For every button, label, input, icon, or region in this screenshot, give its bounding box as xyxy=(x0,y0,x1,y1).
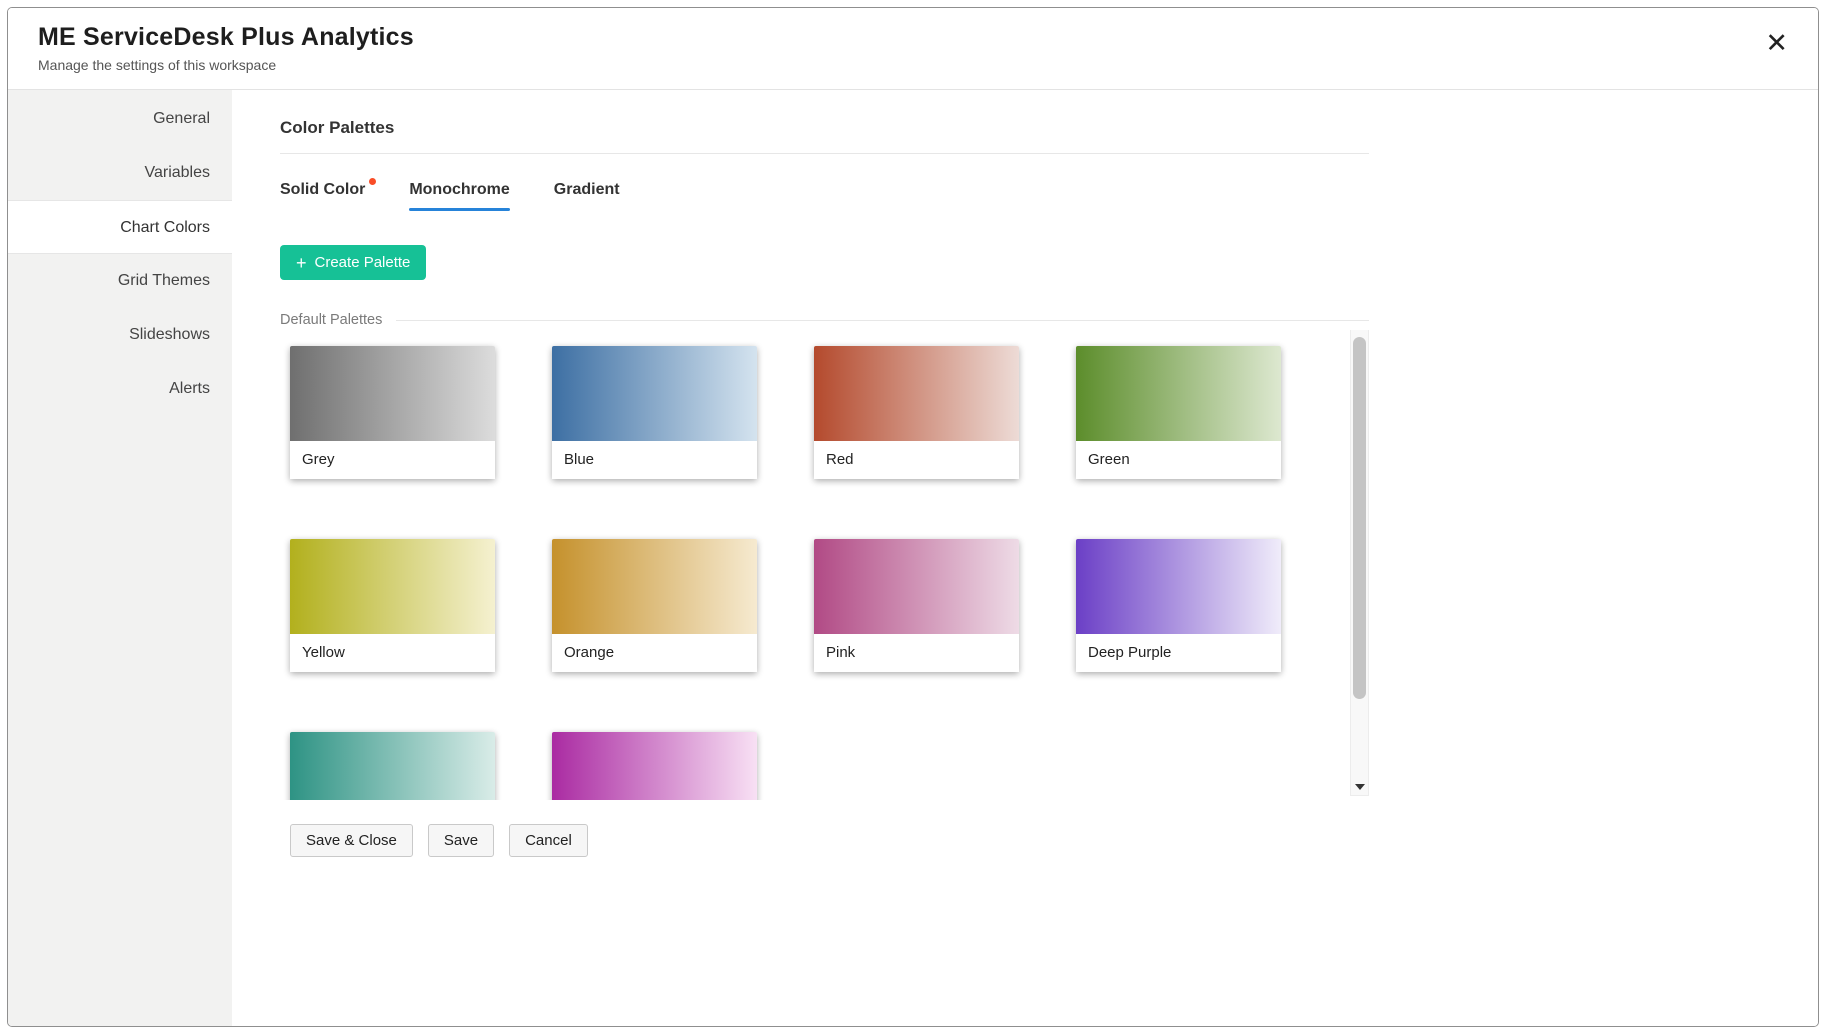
palette-swatch xyxy=(552,539,757,634)
palette-card-blue[interactable]: Blue xyxy=(552,346,757,479)
dialog-header: ME ServiceDesk Plus Analytics Manage the… xyxy=(8,8,1818,90)
save-button[interactable]: Save xyxy=(428,824,494,857)
palette-swatch xyxy=(1076,346,1281,441)
palette-card-deep-purple[interactable]: Deep Purple xyxy=(1076,539,1281,672)
tab-solid-color[interactable]: Solid Color xyxy=(280,181,365,211)
palette-name: Grey xyxy=(290,441,495,479)
sidebar-item-alerts[interactable]: Alerts xyxy=(8,362,232,416)
palette-swatch xyxy=(290,539,495,634)
tab-monochrome[interactable]: Monochrome xyxy=(409,181,509,211)
sidebar-item-slideshows[interactable]: Slideshows xyxy=(8,308,232,362)
main-content: Color Palettes Solid Color Monochrome Grad… xyxy=(232,90,1818,1026)
palette-swatch xyxy=(290,346,495,441)
palette-card-10[interactable] xyxy=(552,732,757,800)
palette-name: Deep Purple xyxy=(1076,634,1281,672)
sidebar-item-general[interactable]: General xyxy=(8,92,232,146)
palette-card-grey[interactable]: Grey xyxy=(290,346,495,479)
sidebar-item-variables[interactable]: Variables xyxy=(8,146,232,200)
create-palette-label: Create Palette xyxy=(315,254,411,271)
palette-name: Yellow xyxy=(290,634,495,672)
settings-dialog: ME ServiceDesk Plus Analytics Manage the… xyxy=(7,7,1819,1027)
create-palette-button[interactable]: + Create Palette xyxy=(280,245,426,280)
palette-card-red[interactable]: Red xyxy=(814,346,1019,479)
palette-swatch xyxy=(552,732,757,800)
palette-swatch xyxy=(552,346,757,441)
tab-label: Solid Color xyxy=(280,181,365,198)
palette-card-9[interactable] xyxy=(290,732,495,800)
sidebar-item-chart-colors[interactable]: Chart Colors xyxy=(8,200,232,254)
sidebar-item-grid-themes[interactable]: Grid Themes xyxy=(8,254,232,308)
palette-card-yellow[interactable]: Yellow xyxy=(290,539,495,672)
cancel-button[interactable]: Cancel xyxy=(509,824,588,857)
palette-swatch xyxy=(814,539,1019,634)
tab-bar: Solid Color Monochrome Gradient xyxy=(280,181,1369,211)
palette-card-orange[interactable]: Orange xyxy=(552,539,757,672)
palette-name: Orange xyxy=(552,634,757,672)
palette-card-pink[interactable]: Pink xyxy=(814,539,1019,672)
scrollbar[interactable] xyxy=(1350,330,1369,796)
sidebar: GeneralVariablesChart ColorsGrid ThemesS… xyxy=(8,90,232,1026)
divider xyxy=(280,153,1369,154)
scrollbar-thumb[interactable] xyxy=(1353,337,1366,699)
tab-label: Monochrome xyxy=(409,181,509,198)
tab-label: Gradient xyxy=(554,181,620,198)
palette-swatch xyxy=(1076,539,1281,634)
palette-name: Red xyxy=(814,441,1019,479)
palette-swatch xyxy=(290,732,495,800)
palette-swatch xyxy=(814,346,1019,441)
palette-name: Green xyxy=(1076,441,1281,479)
header-line xyxy=(396,320,1369,321)
page-title: Color Palettes xyxy=(280,118,1818,138)
save-close-button[interactable]: Save & Close xyxy=(290,824,413,857)
plus-icon: + xyxy=(296,254,307,272)
notification-dot xyxy=(369,178,376,185)
palette-name: Blue xyxy=(552,441,757,479)
default-palettes-label: Default Palettes xyxy=(280,312,382,328)
tab-gradient[interactable]: Gradient xyxy=(554,181,620,211)
palette-scroll-area: Grey Blue Red Green Yellow Orange Pink Deep Pur… xyxy=(280,330,1369,800)
scrollbar-down-arrow-icon[interactable] xyxy=(1355,784,1365,790)
palette-card-green[interactable]: Green xyxy=(1076,346,1281,479)
dialog-title: ME ServiceDesk Plus Analytics xyxy=(38,23,1790,52)
palette-grid: Grey Blue Red Green Yellow Orange Pink Deep Pur… xyxy=(290,346,1369,800)
close-icon[interactable]: ✕ xyxy=(1765,30,1788,57)
default-palettes-header: Default Palettes xyxy=(280,312,1369,328)
dialog-body: GeneralVariablesChart ColorsGrid ThemesS… xyxy=(8,90,1818,1026)
dialog-subtitle: Manage the settings of this workspace xyxy=(38,57,1790,73)
palette-name: Pink xyxy=(814,634,1019,672)
footer-actions: Save & Close Save Cancel xyxy=(290,824,1818,857)
